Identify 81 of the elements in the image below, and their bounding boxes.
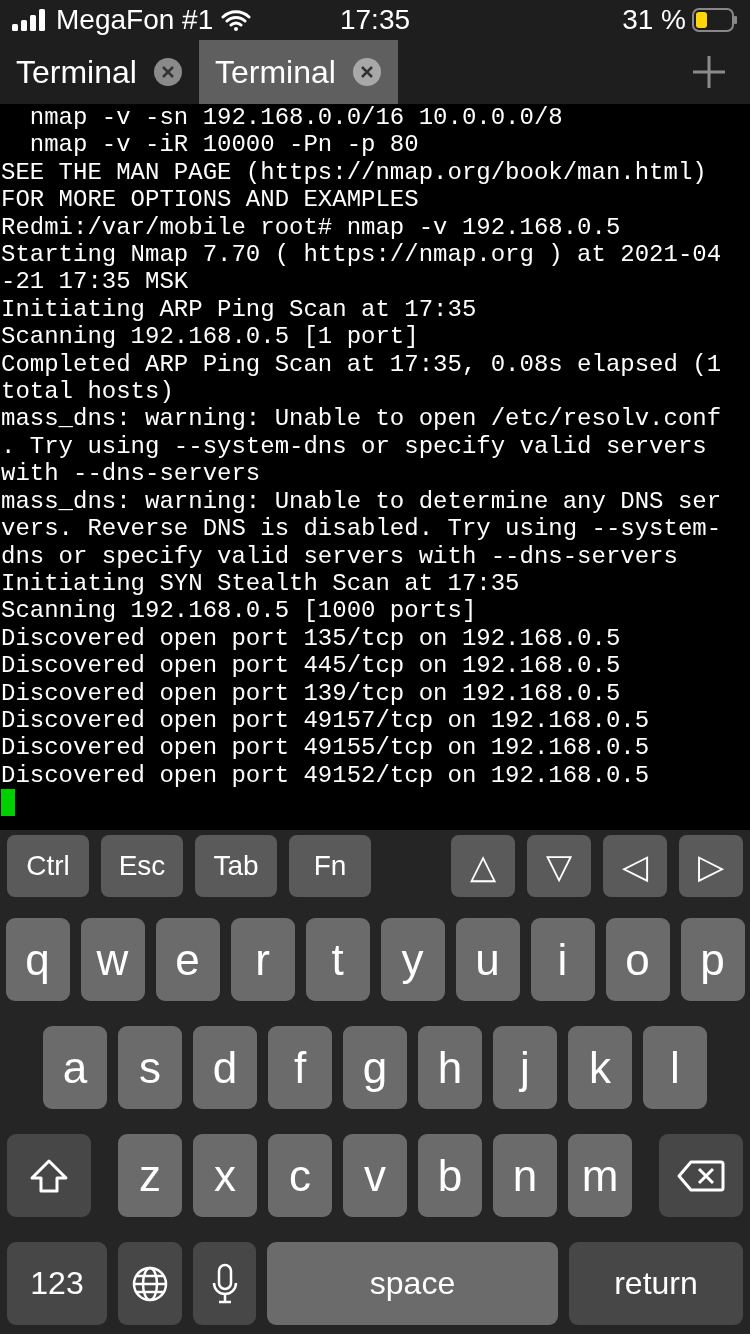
terminal-line: nmap -v -sn 192.168.0.0/16 10.0.0.0/8 [28,104,563,132]
letter-key[interactable]: t [305,918,370,1001]
letter-key[interactable]: a [43,1026,107,1109]
globe-key[interactable] [118,1242,182,1325]
terminal-line: vers. Reverse DNS is disabled. Try using --system- [1,515,722,543]
terminal-line: SEE THE MAN PAGE (https://nmap.org/book/man.html) [1,158,707,187]
arrow-key[interactable]: ▷ [679,835,743,897]
terminal-line: mass_dns: warning: Unable to determine any DNS ser [1,487,722,516]
letter-key[interactable]: z [118,1134,182,1217]
letter-key[interactable]: r [230,918,295,1001]
letter-key[interactable]: d [193,1026,257,1109]
close-icon[interactable] [152,57,183,87]
letter-key[interactable]: g [343,1026,407,1109]
terminal-tab[interactable]: Terminal [198,40,398,104]
terminal-line: Scanning 192.168.0.5 [1 port] [1,323,419,351]
terminal-tab[interactable]: Terminal [0,40,199,104]
terminal-line: -21 17:35 MSK [1,268,189,296]
space-key[interactable]: space [267,1242,558,1325]
letter-key[interactable]: i [530,918,595,1001]
letter-key[interactable]: w [80,918,145,1001]
terminal-line: Starting Nmap 7.70 ( https://nmap.org ) at 2021-04 [1,241,722,269]
backspace-icon [677,1159,725,1192]
battery-icon [692,8,738,32]
letter-key[interactable]: h [418,1026,482,1109]
backspace-key[interactable] [659,1134,743,1217]
terminal-line: Initiating SYN Stealth Scan at 17:35 [1,569,520,598]
terminal-line: nmap -v -iR 10000 -Pn -p 80 [28,131,419,159]
terminal-line: dns or specify valid servers with --dns-servers [1,542,678,570]
clock-time: 17:35 [339,4,411,35]
letter-key[interactable]: e [155,918,220,1001]
letter-key[interactable]: c [268,1134,332,1217]
wifi-icon [221,9,252,31]
terminal-line: total hosts) [1,378,174,406]
close-icon[interactable] [351,57,382,87]
letter-key[interactable]: p [680,918,745,1001]
letter-key[interactable]: l [643,1026,707,1109]
microphone-key[interactable] [193,1242,256,1325]
letter-key[interactable]: m [568,1134,632,1217]
modifier-key[interactable]: Tab [195,835,277,897]
terminal-line: Discovered open port 49152/tcp on 192.168.0.5 [1,761,650,790]
letter-key[interactable]: k [568,1026,632,1109]
letter-key[interactable]: f [268,1026,332,1109]
terminal-line: with --dns-servers [1,460,261,488]
terminal-line: Initiating ARP Ping Scan at 17:35 [1,295,477,324]
letter-key[interactable]: o [605,918,670,1001]
modifier-key[interactable]: Ctrl [7,835,89,897]
numbers-key[interactable]: 123 [7,1242,107,1325]
terminal-line: Discovered open port 135/tcp on 192.168.0.5 [1,624,621,653]
letter-key[interactable]: b [418,1134,482,1217]
letter-key[interactable]: v [343,1134,407,1217]
arrow-key[interactable]: △ [451,835,515,897]
terminal-line: mass_dns: warning: Unable to open /etc/resolv.conf [1,405,722,433]
shift-icon [29,1157,69,1194]
shift-key[interactable] [7,1134,91,1217]
terminal-line: Discovered open port 49155/tcp on 192.168.0.5 [1,734,650,762]
battery-percent: 31 % [622,4,686,36]
letter-key[interactable]: s [118,1026,182,1109]
arrow-key[interactable]: ◁ [603,835,667,897]
signal-icon [12,9,48,31]
modifier-key[interactable]: Esc [101,835,183,897]
terminal-line: Discovered open port 445/tcp on 192.168.0.5 [1,652,621,680]
arrow-key[interactable]: ▽ [527,835,591,897]
terminal-line: Completed ARP Ping Scan at 17:35, 0.08s elapsed (1 [1,350,722,379]
microphone-icon [210,1262,239,1305]
terminal-line: Discovered open port 49157/tcp on 192.168.0.5 [1,706,650,735]
letter-key[interactable]: x [193,1134,257,1217]
letter-key[interactable]: u [455,918,520,1001]
globe-icon [131,1264,169,1303]
letter-key[interactable]: j [493,1026,557,1109]
add-tab-icon[interactable] [692,55,726,89]
letter-key[interactable]: n [493,1134,557,1217]
modifier-key[interactable]: Fn [289,835,371,897]
letter-key[interactable]: q [5,918,70,1001]
terminal-line: Scanning 192.168.0.5 [1000 ports] [1,597,477,625]
terminal-line: Redmi:/var/mobile root# nmap -v 192.168.0.5 [1,213,621,242]
return-key[interactable]: return [569,1242,743,1325]
terminal-line: Discovered open port 139/tcp on 192.168.0.5 [1,679,621,707]
letter-key[interactable]: y [380,918,445,1001]
terminal-line: . Try using --system-dns or specify valid servers [1,432,707,461]
terminal-line: FOR MORE OPTIONS AND EXAMPLES [1,186,419,214]
carrier-name: MegaFon #1 [56,4,214,36]
